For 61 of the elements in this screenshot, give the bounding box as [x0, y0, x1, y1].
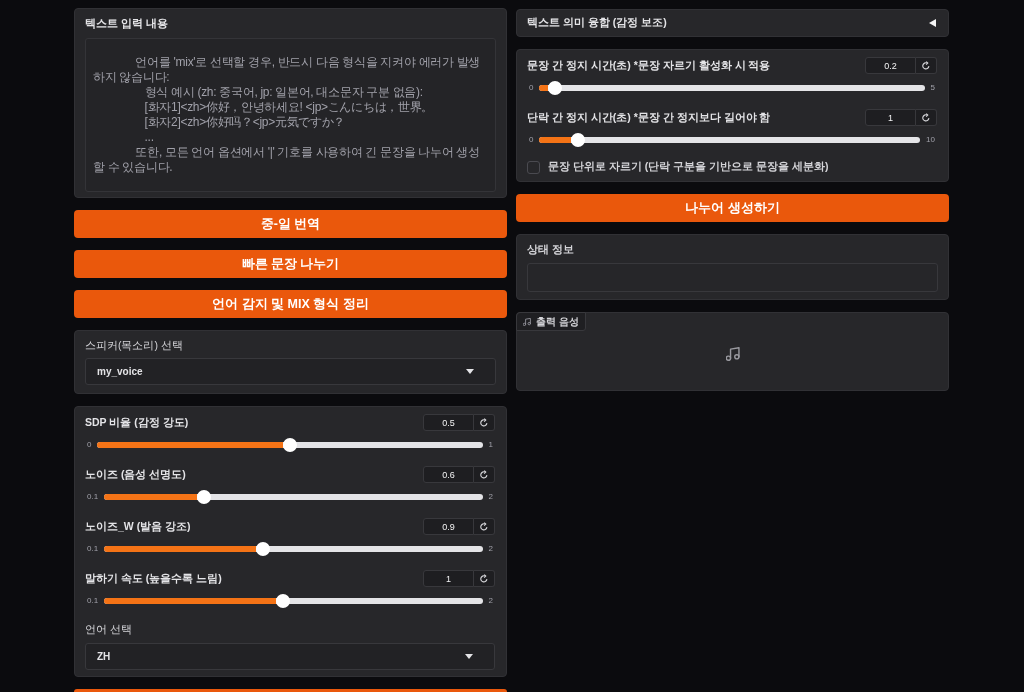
reset-button[interactable] — [474, 414, 495, 431]
max-value: 10 — [926, 134, 935, 146]
reset-icon — [480, 574, 488, 583]
max-value: 2 — [488, 595, 493, 607]
min-value: 0 — [87, 439, 92, 451]
reset-button[interactable] — [916, 57, 937, 74]
slider-label: SDP 비율 (감정 강도) — [85, 414, 189, 430]
number-input[interactable]: 0.6 — [423, 466, 474, 483]
number-input[interactable]: 0.9 — [423, 518, 474, 535]
dropdown[interactable]: my_voice — [85, 358, 496, 385]
caret-icon — [466, 369, 474, 374]
reset-button[interactable] — [474, 466, 495, 483]
slider-label: 문장 간 정지 시간(초) *문장 자르기 활성화 시 적용 — [527, 57, 771, 73]
min-value: 0.1 — [87, 491, 99, 503]
slider-thumb[interactable] — [256, 542, 271, 556]
slider-thumb[interactable] — [196, 490, 211, 504]
music-icon — [725, 346, 740, 361]
number-input[interactable]: 0.2 — [865, 57, 916, 74]
field-label: 상태 정보 — [527, 242, 575, 256]
min-value: 0 — [529, 82, 534, 94]
slider-label: 말하기 속도 (높을수록 느림) — [85, 570, 222, 586]
field-label: 스피커(목소리) 선택 — [85, 338, 184, 352]
slider-thumb[interactable] — [570, 133, 585, 147]
checkbox[interactable] — [527, 160, 540, 174]
max-value: 1 — [488, 439, 493, 451]
field-label: 텍스트 입력 내용 — [85, 16, 170, 30]
reset-button[interactable] — [474, 518, 495, 535]
reset-button[interactable] — [916, 109, 937, 126]
music-icon — [523, 317, 531, 326]
slider-thumb[interactable] — [283, 438, 297, 452]
number-input[interactable]: 1 — [423, 570, 474, 587]
reset-icon — [922, 113, 930, 122]
number-input[interactable]: 0.5 — [423, 414, 474, 431]
caret-icon — [465, 654, 473, 659]
output-title: 출력 음성 — [536, 315, 579, 329]
max-value: 2 — [488, 543, 493, 555]
min-value: 0.1 — [87, 543, 99, 555]
checkbox-label: 문장 단위로 자르기 (단락 구분을 기반으로 문장을 세분화) — [548, 159, 829, 175]
number-input[interactable]: 1 — [865, 109, 916, 126]
slider-label: 단락 간 정지 시간(초) *문장 간 정지보다 길어야 함 — [527, 109, 771, 125]
field-label: 언어 선택 — [85, 622, 133, 636]
reset-icon — [922, 61, 930, 70]
accordion-header[interactable]: 텍스트 의미 융합 (감정 보조) — [516, 9, 949, 37]
slider-thumb[interactable] — [547, 81, 562, 95]
reset-button[interactable] — [474, 570, 495, 587]
max-value: 5 — [930, 82, 935, 94]
reset-icon — [480, 418, 488, 427]
min-value: 0.1 — [87, 595, 99, 607]
action-button[interactable]: 언어 감지 및 MIX 형식 정리 — [74, 290, 507, 318]
slider-label: 노이즈 (음성 선명도) — [85, 466, 186, 482]
min-value: 0 — [529, 134, 534, 146]
text-input-field[interactable]: 언어를 'mix'로 선택할 경우, 반드시 다음 형식을 지켜야 에러가 발생하지 않습니다: 형식 예시 (zh: 중국어, jp: 일본어, 대소문자 구분 없음): [화자1]<zh>你好，안녕하세요! <jp>こんにちは，世界。 [화자2]<zh>你好吗？<jp>元気ですか？ ... 또한, 모든 언어 옵션에서 '|' 기호를 사용하여 긴 문장을 나누어 생성할 수 있습니다. — [85, 38, 496, 192]
action-button[interactable]: 나누어 생성하기 — [516, 194, 949, 222]
max-value: 2 — [488, 491, 493, 503]
slider-thumb[interactable] — [276, 594, 291, 608]
action-button[interactable]: 빠른 문장 나누기 — [74, 250, 507, 278]
dropdown[interactable]: ZH — [85, 643, 495, 670]
action-button[interactable]: 중-일 번역 — [74, 210, 507, 238]
slider-label: 노이즈_W (발음 강조) — [85, 518, 191, 534]
reset-icon — [480, 470, 488, 479]
reset-icon — [480, 522, 488, 531]
